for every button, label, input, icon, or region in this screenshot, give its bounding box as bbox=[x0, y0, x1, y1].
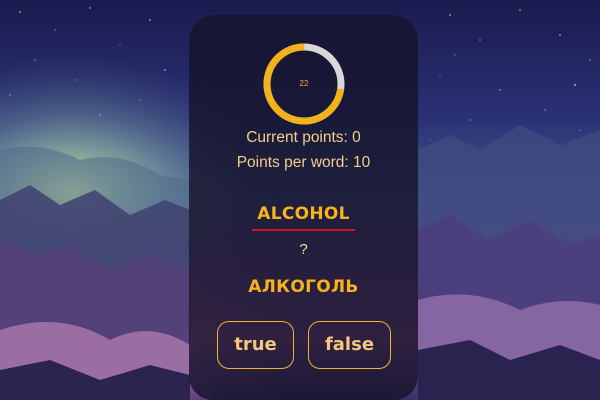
false-button[interactable]: false bbox=[308, 321, 391, 369]
current-points: Current points: 0 bbox=[246, 129, 361, 146]
countdown-timer: 22 bbox=[262, 42, 346, 126]
translation-word: АЛКОГОЛЬ bbox=[248, 277, 359, 297]
timer-value: 22 bbox=[299, 79, 309, 88]
points-per-word: Points per word: 10 bbox=[236, 154, 371, 171]
question-mark: ? bbox=[299, 241, 308, 258]
source-word-underline bbox=[252, 229, 355, 231]
source-word: ALCOHOL bbox=[257, 204, 350, 224]
true-button[interactable]: true bbox=[217, 321, 294, 369]
